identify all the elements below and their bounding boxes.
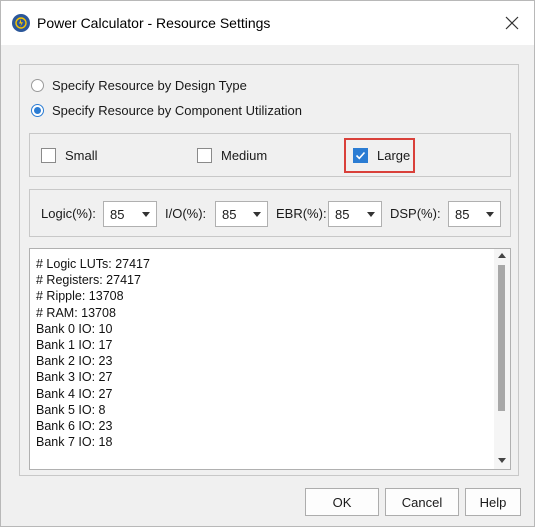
summary-line: Bank 5 IO: 8 [36, 402, 106, 417]
io-select[interactable]: 85 [215, 201, 268, 227]
summary-line: Bank 6 IO: 23 [36, 419, 113, 434]
summary-line: Bank 1 IO: 17 [36, 338, 113, 353]
chevron-down-icon [142, 212, 150, 217]
summary-line: # RAM: 13708 [36, 305, 116, 320]
checkmark-icon [355, 151, 366, 159]
radio-component-utilization-indicator[interactable] [31, 103, 44, 117]
summary-line: Bank 3 IO: 27 [36, 370, 113, 385]
close-icon [505, 16, 519, 30]
checkbox-medium-label: Medium [221, 147, 268, 163]
summary-line: Bank 2 IO: 23 [36, 354, 113, 369]
ok-button[interactable]: OK [305, 488, 379, 516]
radio-design-type-label: Specify Resource by Design Type [52, 77, 247, 93]
close-button[interactable] [494, 5, 530, 41]
checkbox-large-box[interactable] [353, 147, 368, 163]
checkbox-medium[interactable]: Medium [197, 145, 267, 165]
radio-design-type-indicator[interactable] [31, 78, 44, 92]
radio-component-utilization-label: Specify Resource by Component Utilizatio… [52, 102, 303, 118]
summary-line: Bank 4 IO: 27 [36, 386, 113, 401]
ebr-select[interactable]: 85 [328, 201, 382, 227]
io-select-value: 85 [222, 206, 237, 222]
cancel-button[interactable]: Cancel [385, 488, 459, 516]
power-calculator-icon [12, 14, 30, 32]
summary-lines: # Logic LUTs: 27417 # Registers: 27417 #… [36, 256, 150, 450]
summary-line: # Ripple: 13708 [36, 289, 124, 304]
vertical-scrollbar[interactable] [494, 249, 510, 469]
logic-label: Logic(%): [41, 206, 96, 221]
checkbox-large[interactable]: Large [353, 145, 410, 165]
resource-settings-dialog: Power Calculator - Resource Settings Spe… [0, 0, 535, 527]
ebr-label: EBR(%): [276, 206, 327, 221]
checkbox-small-label: Small [65, 147, 98, 163]
dsp-select-value: 85 [455, 206, 470, 222]
summary-line: # Registers: 27417 [36, 273, 141, 288]
checkbox-small[interactable]: Small [41, 145, 98, 165]
resource-summary-textarea[interactable]: # Logic LUTs: 27417 # Registers: 27417 #… [29, 248, 511, 470]
radio-component-utilization[interactable]: Specify Resource by Component Utilizatio… [31, 100, 302, 120]
dsp-label: DSP(%): [390, 206, 441, 221]
chevron-down-icon [486, 212, 494, 217]
io-label: I/O(%): [165, 206, 207, 221]
radio-design-type[interactable]: Specify Resource by Design Type [31, 75, 247, 95]
chevron-down-icon [367, 212, 375, 217]
ebr-select-value: 85 [335, 206, 350, 222]
help-button[interactable]: Help [465, 488, 521, 516]
summary-line: # Logic LUTs: 27417 [36, 257, 150, 271]
checkbox-small-box[interactable] [41, 147, 56, 163]
scroll-up-icon[interactable] [498, 253, 506, 258]
logic-select-value: 85 [110, 206, 125, 222]
scroll-thumb[interactable] [498, 265, 505, 411]
logic-select[interactable]: 85 [103, 201, 157, 227]
summary-line: Bank 7 IO: 18 [36, 435, 113, 450]
title-bar: Power Calculator - Resource Settings [1, 1, 534, 45]
checkbox-medium-box[interactable] [197, 147, 212, 163]
checkbox-large-label: Large [377, 147, 411, 163]
window-title: Power Calculator - Resource Settings [37, 15, 271, 31]
scroll-down-icon[interactable] [498, 458, 506, 463]
summary-line: Bank 0 IO: 10 [36, 321, 113, 336]
dsp-select[interactable]: 85 [448, 201, 501, 227]
chevron-down-icon [253, 212, 261, 217]
size-group [29, 133, 511, 177]
